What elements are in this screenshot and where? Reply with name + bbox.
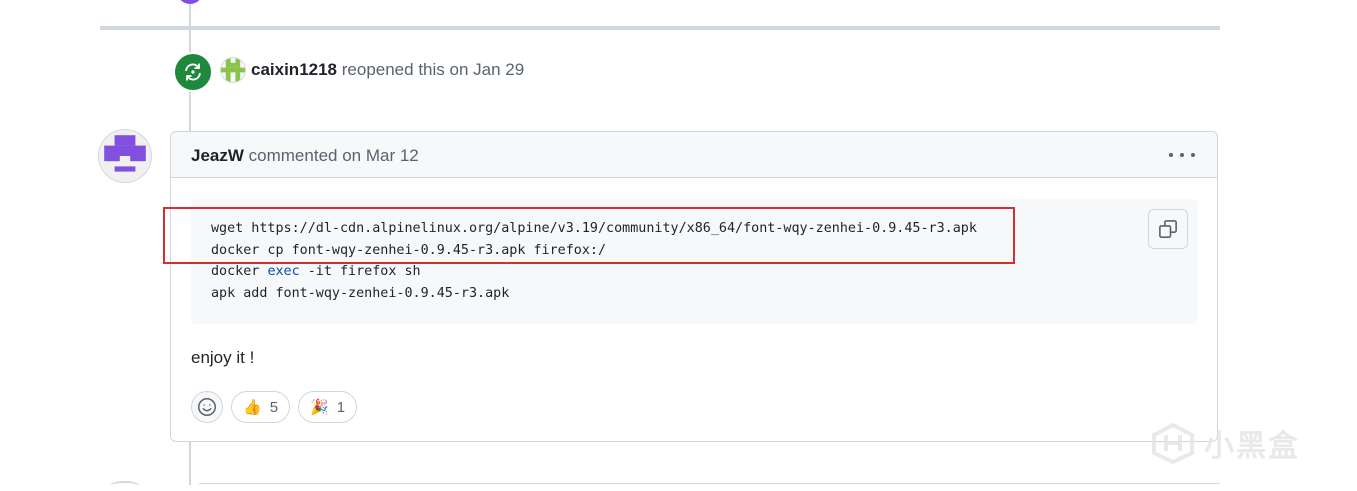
previous-avatar-edge [177,0,203,4]
thumbs-up-icon: 👍 [243,399,262,416]
code-line-4: apk add font-wqy-zenhei-0.9.45-r3.apk [211,285,510,301]
tada-icon: 🎉 [310,399,329,416]
code-line-3: docker exec -it firefox sh [211,264,421,279]
timeline-divider [100,26,1220,30]
event-author-link[interactable]: caixin1218 [251,60,337,79]
comment-body: enjoy it ! [191,348,255,367]
red-highlight-annotation [163,207,1015,264]
watermark-text: 小黑盒 [1204,430,1300,463]
event-action: reopened this [341,60,445,79]
next-comment-edge [199,483,1220,484]
reopen-icon [173,52,213,92]
reactions-bar: 👍 5 🎉 1 [191,391,358,423]
reaction-thumbs-up[interactable]: 👍 5 [231,391,291,423]
watermark-logo-icon [1152,422,1194,464]
kebab-horizontal-icon[interactable] [1169,144,1195,166]
copy-icon [1159,220,1177,238]
reaction-tada[interactable]: 🎉 1 [298,391,358,423]
smiley-icon [198,398,216,416]
avatar-jeazw[interactable] [99,130,151,182]
reaction-count: 5 [269,398,279,416]
comment-author-link[interactable]: JeazW [191,146,244,165]
add-reaction-button[interactable] [191,391,223,423]
watermark: 小黑盒 [1150,421,1300,465]
comment-date-link[interactable]: on Mar 12 [342,146,419,165]
comment-action: commented [248,146,338,165]
avatar-caixin1218[interactable] [221,58,245,82]
event-date-link[interactable]: on Jan 29 [450,60,525,79]
comment-header: JeazW commented on Mar 12 [171,132,1217,178]
reaction-count: 1 [336,398,346,416]
next-avatar-edge [110,481,140,491]
comment-card: JeazW commented on Mar 12 wget https://d… [170,131,1218,442]
copy-button[interactable] [1148,209,1188,249]
reopen-event-text: caixin1218 reopened this on Jan 29 [251,59,524,81]
comment-meta: JeazW commented on Mar 12 [191,145,419,167]
